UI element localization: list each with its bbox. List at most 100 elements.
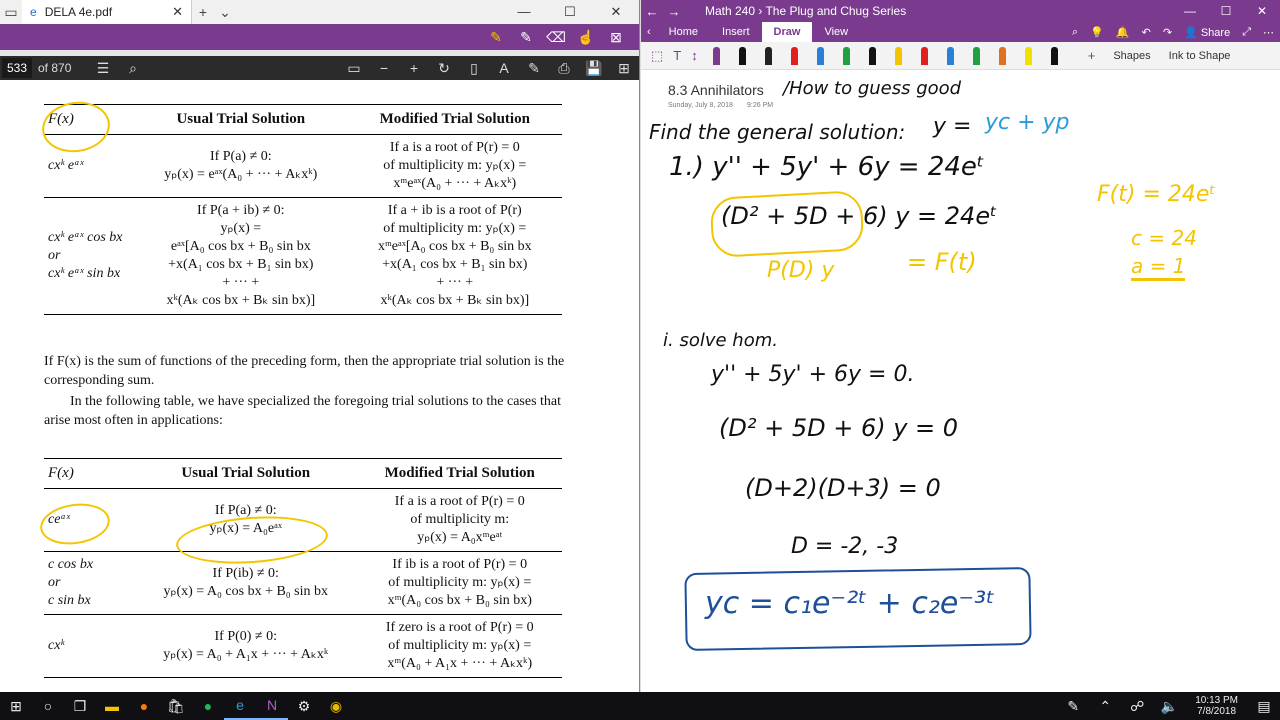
task-view-icon[interactable]: ❐ [64, 698, 96, 715]
firefox-icon[interactable]: ● [128, 698, 160, 714]
modified-line: xᵐ(A₀ cos bx + B₀ sin bx) [387, 593, 532, 608]
eraser-icon[interactable]: ⌫ [541, 29, 571, 46]
pen-tool[interactable] [892, 45, 906, 67]
action-center-icon[interactable]: ▤ [1248, 698, 1280, 715]
pdf-tab-title: DELA 4e.pdf [44, 5, 113, 19]
ink-factor: (D+2)(D+3) = 0 [745, 474, 941, 502]
note-page[interactable]: 8.3 Annihilators Sunday, July 8, 2018 9:… [641, 70, 1280, 692]
search-icon[interactable]: ⌕ [1066, 26, 1084, 39]
zoom-out-icon[interactable]: − [369, 60, 399, 76]
expand-icon[interactable]: ⤢ [1236, 26, 1257, 39]
more-icon[interactable]: ⋯ [1257, 26, 1280, 39]
page-time: 9:26 PM [747, 102, 774, 109]
rotate-icon[interactable]: ↻ [429, 60, 459, 77]
forward-icon[interactable]: → [663, 4, 685, 19]
bell-icon[interactable]: 🔔 [1110, 26, 1136, 39]
search-icon[interactable]: ⌕ [118, 60, 148, 77]
pen-icon[interactable]: ✎ [511, 29, 541, 46]
tab-list-icon[interactable]: ▭ [0, 4, 22, 21]
pen-tool[interactable] [710, 45, 724, 67]
add-notes-icon[interactable]: ✎ [519, 60, 549, 77]
save-icon[interactable]: 💾 [579, 60, 609, 77]
pdf-tab[interactable]: e DELA 4e.pdf ✕ [22, 0, 192, 24]
minimize-icon[interactable]: — [501, 4, 547, 20]
pen-swatch [817, 46, 825, 65]
spotify-icon[interactable]: ● [192, 698, 224, 714]
fit-page-icon[interactable]: ▭ [339, 60, 369, 77]
close-window-icon[interactable]: ✕ [1244, 4, 1280, 18]
chevron-up-icon[interactable]: ⌃ [1089, 698, 1121, 715]
share-label: Share [1200, 26, 1231, 39]
modified-line: of multiplicity m: yₚ(x) = [383, 221, 527, 236]
contents-icon[interactable]: ☰ [88, 60, 118, 77]
pen-tool[interactable] [762, 45, 776, 67]
clock[interactable]: 10:13 PM 7/8/2018 [1185, 695, 1248, 717]
pen-tool[interactable] [918, 45, 932, 67]
file-explorer-icon[interactable]: ▬ [96, 698, 128, 714]
tab-view[interactable]: View [812, 22, 860, 42]
pen-tool[interactable] [788, 45, 802, 67]
zoom-in-icon[interactable]: + [399, 60, 429, 76]
pen-workspace-icon[interactable]: ✎ [1057, 698, 1089, 715]
pen-tool[interactable] [814, 45, 828, 67]
modified-line: xᵐeᵃˣ[A₀ cos bx + B₀ sin bx [377, 239, 532, 254]
page-number-input[interactable]: 533 [2, 58, 32, 78]
edge-icon[interactable]: e [224, 692, 256, 720]
pen-swatch [739, 46, 747, 65]
store-icon[interactable]: 🛍 [160, 698, 192, 715]
network-icon[interactable]: ☍ [1121, 698, 1153, 715]
add-pen-icon[interactable]: + [1088, 48, 1096, 63]
lasso-select-icon[interactable]: ⬚ [651, 48, 663, 64]
new-tab-icon[interactable]: + [192, 4, 214, 20]
collapse-nav-icon[interactable]: ‹ [641, 26, 657, 38]
share-button[interactable]: 👤 Share [1178, 26, 1236, 39]
pin-icon[interactable]: ⊞ [609, 60, 639, 77]
volume-icon[interactable]: 🔈 [1153, 698, 1185, 715]
close-ink-icon[interactable]: ⊠ [601, 29, 631, 46]
close-window-icon[interactable]: ✕ [593, 4, 639, 20]
touch-write-icon[interactable]: ☝ [571, 29, 601, 46]
chevron-down-icon[interactable]: ⌄ [214, 4, 236, 21]
cell-usual: If P(a + ib) ≠ 0: yₚ(x) = eᵃˣ[A₀ cos bx + … [134, 197, 348, 315]
modified-line: xᵐeᵃˣ(A₀ + ··· + Aₖxᵏ) [393, 176, 517, 191]
pen-tool[interactable] [1022, 45, 1036, 67]
maximize-icon[interactable]: ☐ [547, 4, 593, 20]
tab-insert[interactable]: Insert [710, 22, 762, 42]
pen-swatch [765, 46, 773, 65]
back-icon[interactable]: ← [641, 4, 663, 19]
pen-tool[interactable] [866, 45, 880, 67]
onenote-icon[interactable]: N [256, 692, 288, 720]
tab-home[interactable]: Home [657, 22, 710, 42]
type-icon[interactable]: T [673, 48, 681, 63]
pen-tool[interactable] [996, 45, 1010, 67]
steam-icon[interactable]: ⚙ [288, 698, 320, 715]
modified-line: If a is a root of P(r) = 0 [389, 140, 520, 155]
maximize-icon[interactable]: ☐ [1208, 4, 1244, 18]
page-view-icon[interactable]: ▯ [459, 60, 489, 77]
add-space-icon[interactable]: ↕ [691, 48, 698, 63]
undo-icon[interactable]: ↶ [1136, 26, 1157, 39]
cortana-icon[interactable]: ○ [32, 698, 64, 714]
lightbulb-icon[interactable]: 💡 [1084, 26, 1110, 39]
pen-tool[interactable] [736, 45, 750, 67]
table-row: cxᵏ eᵃˣ If P(a) ≠ 0: yₚ(x) = eᵃˣ(A₀ + ··· … [44, 134, 562, 198]
ink-to-shape-button[interactable]: Ink to Shape [1169, 50, 1231, 62]
redo-icon[interactable]: ↷ [1157, 26, 1178, 39]
pen-tool[interactable] [1048, 45, 1062, 67]
pen-tool[interactable] [944, 45, 958, 67]
pen-tool[interactable] [840, 45, 854, 67]
highlighter-icon[interactable]: ✎ [481, 29, 511, 46]
pen-swatch [895, 46, 903, 65]
tab-draw[interactable]: Draw [761, 22, 813, 42]
ink-solve-hom: i. solve hom. [663, 330, 778, 351]
read-aloud-icon[interactable]: A [489, 60, 519, 76]
chrome-icon[interactable]: ◉ [320, 698, 352, 715]
print-icon[interactable]: ⎙ [549, 60, 579, 77]
modified-line: xᵐ(A₀ + A₁x + ··· + Aₖxᵏ) [387, 656, 533, 671]
modified-line: xᵏ(Aₖ cos bx + Bₖ sin bx)] [380, 293, 530, 308]
close-tab-icon[interactable]: ✕ [172, 4, 183, 20]
shapes-button[interactable]: Shapes [1113, 50, 1150, 62]
pen-tool[interactable] [970, 45, 984, 67]
start-icon[interactable]: ⊞ [0, 698, 32, 715]
minimize-icon[interactable]: — [1172, 4, 1208, 18]
